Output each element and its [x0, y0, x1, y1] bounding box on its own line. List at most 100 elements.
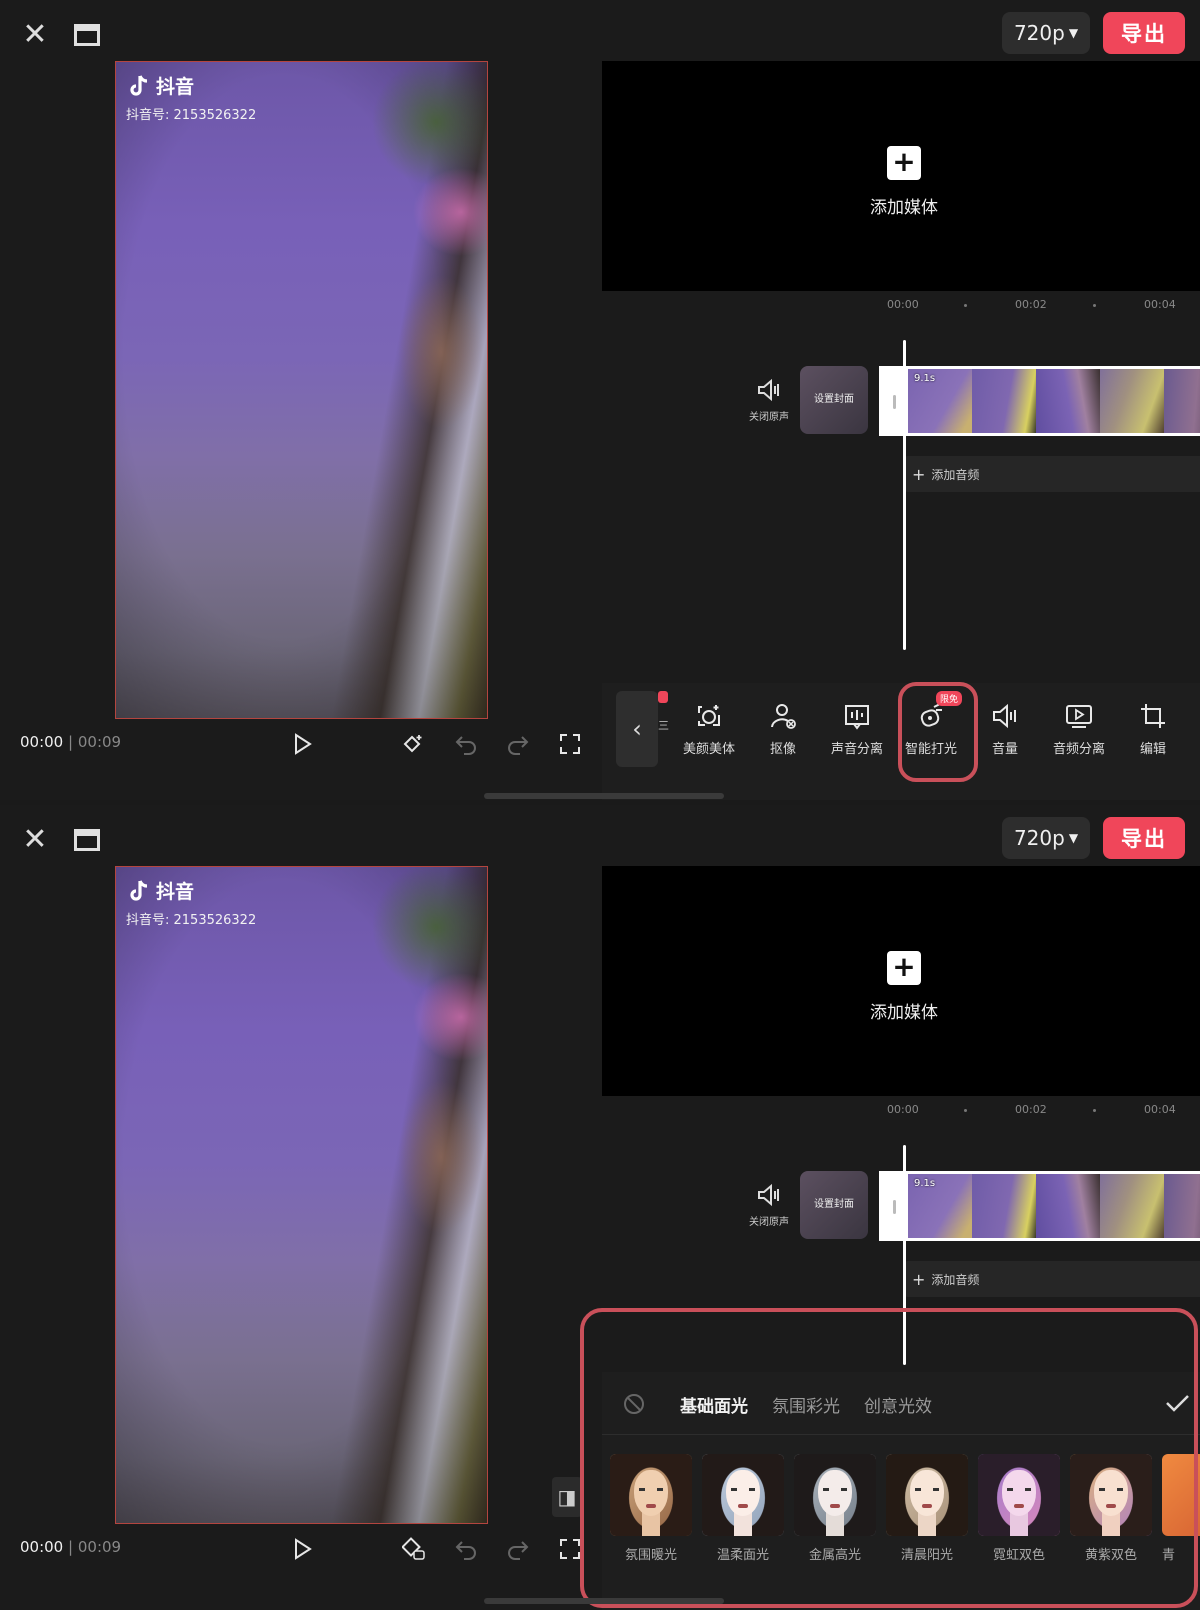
add-audio-track[interactable]: + 添加音频 [904, 1261, 1200, 1297]
face-beauty-icon [698, 705, 720, 726]
plus-icon: + [912, 1269, 926, 1289]
editor-panel-bottom: ✕ 720p ▼ 导出 抖音 抖音号: 2153526322 ◨ 00:00 | … [0, 805, 1200, 1610]
chevron-left-icon[interactable]: ‹ [616, 691, 658, 767]
tool-label: 声音分离 [830, 742, 883, 757]
ruler-dot [1093, 1109, 1096, 1112]
ruler-dot [964, 1109, 967, 1112]
add-media-icon[interactable]: + [887, 951, 921, 985]
video-clip-track[interactable]: 9.1s [879, 1171, 1200, 1241]
fullscreen-icon[interactable] [556, 730, 584, 758]
highlight-light-panel [580, 1308, 1198, 1608]
account-id: 抖音号: 2153526322 [126, 913, 257, 928]
tool-audio-separate[interactable]: 音频分离 [1042, 701, 1116, 757]
music-note-icon [128, 74, 150, 98]
timeline-ruler: 00:00 00:02 00:04 [602, 1103, 1200, 1123]
tool-cutout[interactable]: 抠像 [746, 701, 820, 757]
undo-icon[interactable] [452, 730, 480, 758]
vignette [116, 867, 487, 1523]
close-icon[interactable]: ✕ [18, 823, 52, 857]
speaker-icon [758, 1183, 779, 1207]
current-time: 00:00 [20, 733, 64, 751]
media-area[interactable]: + 添加媒体 [602, 866, 1200, 1096]
volume-icon [993, 703, 1016, 729]
set-cover-button[interactable]: 设置封面 [800, 1171, 868, 1239]
clip-duration: 9.1s [914, 1178, 936, 1189]
play-icon[interactable] [288, 730, 316, 758]
tool-face-beauty[interactable]: 美颜美体 [672, 701, 746, 757]
mute-original-button[interactable]: 关闭原声 [744, 1183, 794, 1228]
ruler-tick: 00:02 [1015, 1103, 1047, 1116]
partial-tool-label: 三 [658, 719, 669, 732]
mute-original-button[interactable]: 关闭原声 [744, 378, 794, 423]
clip-thumbnail [1036, 1174, 1100, 1238]
scroll-indicator [484, 793, 724, 799]
crop-edit-icon [1141, 704, 1165, 728]
media-area[interactable]: + 添加媒体 [602, 61, 1200, 291]
highlight-smart-light [898, 682, 978, 782]
time-readout: 00:00 | 00:09 [20, 733, 121, 751]
play-icon[interactable] [288, 1535, 316, 1563]
video-preview[interactable]: 抖音 抖音号: 2153526322 [115, 866, 488, 1524]
add-media-icon[interactable]: + [887, 146, 921, 180]
audio-separate-icon [1066, 705, 1092, 728]
editor-panel-top: ✕ 720p ▼ 导出 抖音 抖音号: 2153526322 00:00 | 00… [0, 0, 1200, 800]
compare-toggle-icon[interactable]: ◨ [552, 1477, 582, 1517]
resolution-dropdown[interactable]: 720p ▼ [1002, 12, 1090, 54]
partial-badge [658, 691, 668, 703]
time-separator: | [68, 1538, 74, 1556]
export-button[interactable]: 导出 [1103, 817, 1185, 859]
ruler-dot [1093, 304, 1096, 307]
redo-icon[interactable] [504, 730, 532, 758]
clip-thumbnail [972, 369, 1036, 433]
clip-thumbnails: 9.1s [908, 369, 1200, 433]
total-time: 00:09 [77, 1538, 122, 1556]
clip-thumbnail [972, 1174, 1036, 1238]
tool-voice-separate[interactable]: 声音分离 [820, 701, 894, 757]
tool-volume[interactable]: 音量 [968, 701, 1042, 757]
tool-edit-crop[interactable]: 编辑 [1116, 701, 1190, 757]
playhead[interactable] [903, 340, 906, 650]
ruler-tick: 00:00 [887, 298, 919, 311]
current-time: 00:00 [20, 1538, 64, 1556]
scroll-indicator [484, 1598, 724, 1604]
keyframe-icon[interactable] [400, 730, 428, 758]
voice-separate-icon [845, 705, 869, 730]
resolution-dropdown[interactable]: 720p ▼ [1002, 817, 1090, 859]
time-readout: 00:00 | 00:09 [20, 1538, 121, 1556]
add-audio-label: 添加音频 [931, 467, 980, 482]
redo-icon[interactable] [504, 1535, 532, 1563]
vignette [116, 62, 487, 718]
tool-label: 编辑 [1139, 742, 1166, 757]
cutout-person-icon [771, 704, 796, 729]
add-audio-track[interactable]: + 添加音频 [904, 456, 1200, 492]
clip-thumbnail [1100, 369, 1164, 433]
close-icon[interactable]: ✕ [18, 18, 52, 52]
tool-label: 美颜美体 [682, 742, 735, 757]
add-audio-label: 添加音频 [931, 1272, 980, 1287]
tiktok-watermark: 抖音 [128, 72, 194, 99]
window-mode-icon[interactable] [70, 823, 104, 857]
caret-down-icon: ▼ [1068, 831, 1079, 845]
set-cover-button[interactable]: 设置封面 [800, 366, 868, 434]
add-media-label: 添加媒体 [870, 1003, 938, 1023]
video-preview[interactable]: 抖音 抖音号: 2153526322 [115, 61, 488, 719]
tool-label: 音量 [991, 742, 1018, 757]
export-button[interactable]: 导出 [1103, 12, 1185, 54]
clip-thumbnail [1164, 369, 1200, 433]
ruler-tick: 00:04 [1144, 298, 1176, 311]
tool-label: 音频分离 [1052, 742, 1105, 757]
ruler-tick: 00:02 [1015, 298, 1047, 311]
window-mode-icon[interactable] [70, 18, 104, 52]
resolution-label: 720p [1013, 826, 1065, 850]
plus-icon: + [912, 464, 926, 484]
undo-icon[interactable] [452, 1535, 480, 1563]
caret-down-icon: ▼ [1068, 26, 1079, 40]
add-media-label: 添加媒体 [870, 198, 938, 218]
video-clip-track[interactable]: 9.1s [879, 366, 1200, 436]
time-separator: | [68, 733, 74, 751]
total-time: 00:09 [77, 733, 122, 751]
clip-thumbnail [1100, 1174, 1164, 1238]
keyframe-on-icon[interactable] [400, 1535, 428, 1563]
tiktok-watermark: 抖音 [128, 877, 194, 904]
brand-label: 抖音 [156, 76, 195, 98]
